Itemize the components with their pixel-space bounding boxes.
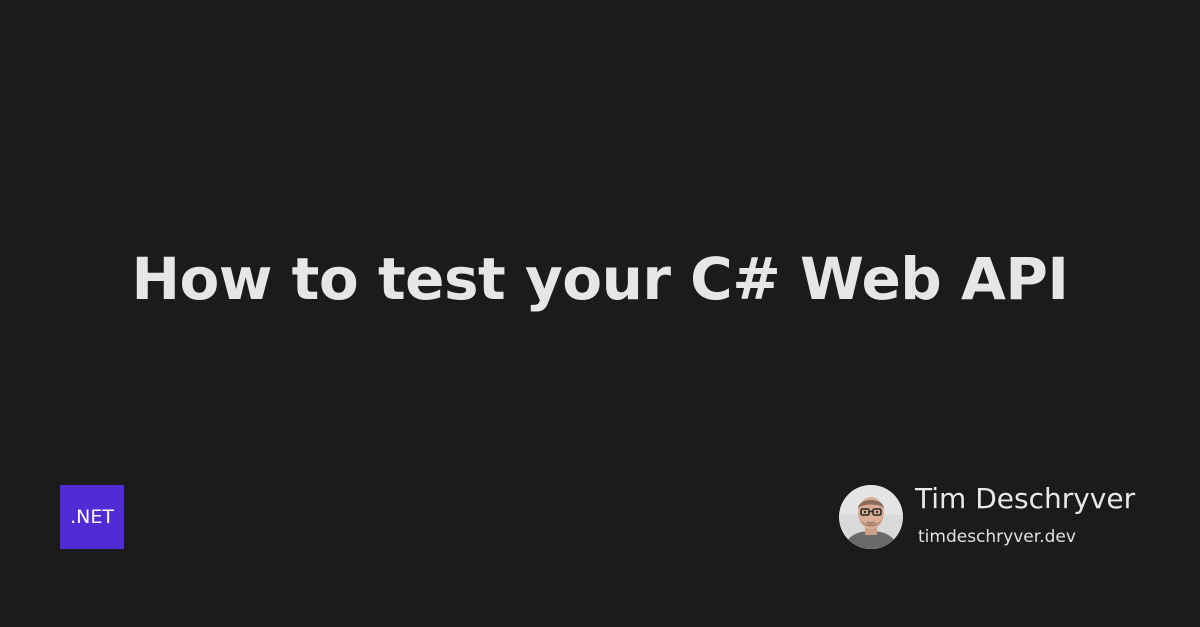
author-name: Tim Deschryver <box>915 482 1136 515</box>
dotnet-badge-label: .NET <box>70 506 114 528</box>
dotnet-badge: .NET <box>60 485 124 549</box>
author-avatar <box>839 485 903 549</box>
author-website[interactable]: timdeschryver.dev <box>918 525 1178 549</box>
author-avatar-icon <box>839 485 903 549</box>
post-title: How to test your C# Web API <box>131 245 1069 313</box>
